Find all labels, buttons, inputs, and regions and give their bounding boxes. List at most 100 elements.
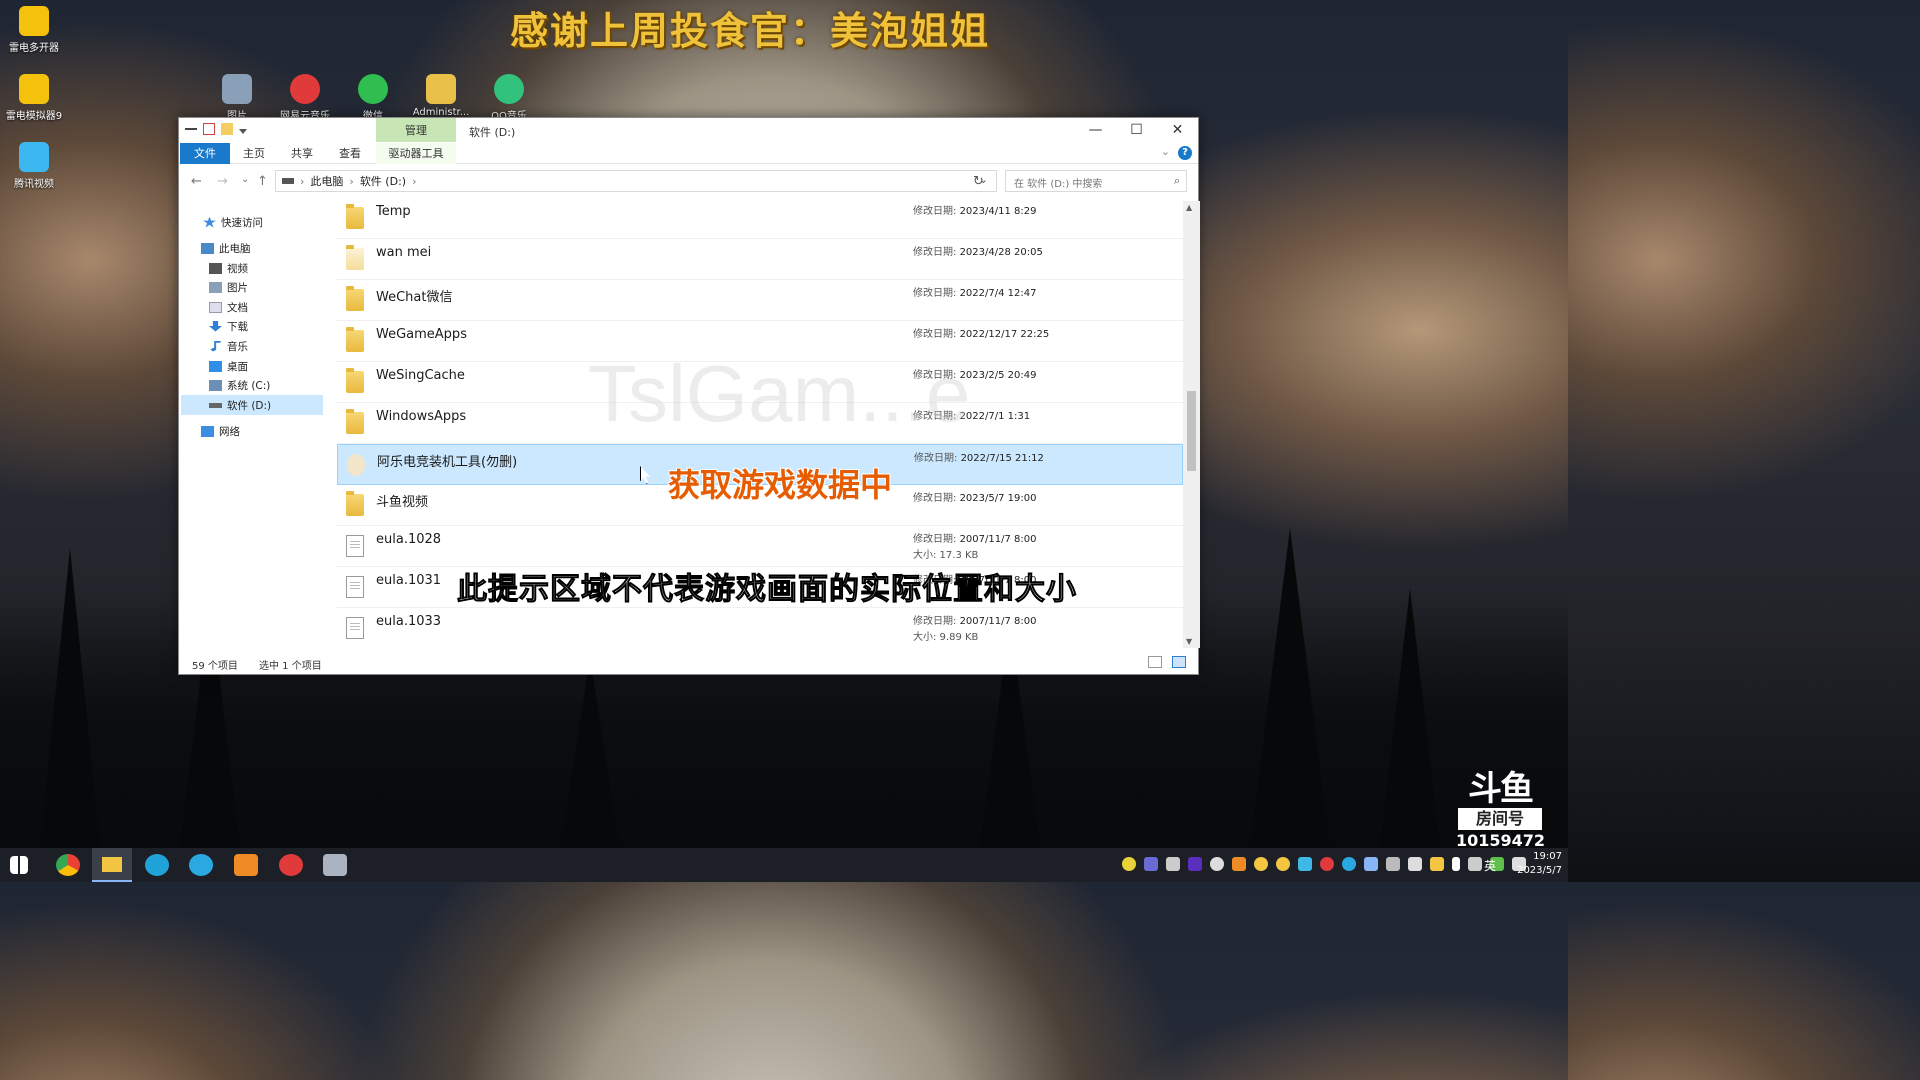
nav-downloads[interactable]: 下载 <box>209 316 248 336</box>
clock[interactable]: 19:07 2023/5/7 <box>1517 850 1562 878</box>
breadcrumb-separator-icon: › <box>300 174 305 188</box>
list-item[interactable]: eula.1028 修改日期: 2007/11/7 8:00 大小: 17.3 K… <box>337 526 1183 567</box>
computer-icon <box>201 242 214 254</box>
nav-network[interactable]: 网络 <box>201 421 240 441</box>
nav-pictures[interactable]: 图片 <box>209 277 248 297</box>
help-icon[interactable]: ? <box>1178 146 1192 160</box>
nav-drive-c[interactable]: 系统 (C:) <box>209 375 270 395</box>
tray-app-icon[interactable] <box>1210 857 1224 871</box>
properties-icon[interactable] <box>203 123 215 135</box>
list-item[interactable]: Temp 修改日期: 2023/4/11 8:29 <box>337 201 1183 239</box>
list-item[interactable]: WeChat微信 修改日期: 2022/7/4 12:47 <box>337 280 1183 321</box>
app-icon[interactable] <box>323 854 347 876</box>
nav-documents[interactable]: 文档 <box>209 297 248 317</box>
file-meta: 修改日期: 2023/5/7 19:00 <box>913 491 1036 507</box>
tray-app-icon[interactable] <box>1342 857 1356 871</box>
nav-quick-access[interactable]: 快速访问 <box>203 212 263 232</box>
navigation-pane: 快速访问 此电脑 视频 图片 文档 下载 音乐 桌面 系统 (C:) 软件 (D… <box>179 201 324 648</box>
desktop-icon-qq-music[interactable]: QQ音乐 <box>477 74 541 122</box>
desktop-icon-pictures[interactable]: 图片 <box>205 74 269 122</box>
vertical-scrollbar[interactable]: ▲ ▼ <box>1183 201 1200 648</box>
tray-app-icon[interactable] <box>1298 857 1312 871</box>
forward-button[interactable]: → <box>217 174 228 189</box>
tray-app-icon[interactable] <box>1320 857 1334 871</box>
breadcrumb-this-pc[interactable]: 此电脑 <box>310 173 343 189</box>
minimize-button[interactable]: — <box>1075 118 1116 142</box>
modified-date: 2007/11/7 8:00 <box>959 616 1037 627</box>
security-shield-icon[interactable] <box>1430 857 1444 871</box>
microphone-icon[interactable] <box>1452 857 1460 871</box>
nav-this-pc[interactable]: 此电脑 <box>201 238 251 258</box>
desktop-icon-administrator[interactable]: Administr... <box>409 74 473 118</box>
tray-app-icon[interactable] <box>1144 857 1158 871</box>
file-name: wan mei <box>376 245 432 260</box>
tab-home[interactable]: 主页 <box>234 143 274 164</box>
file-name: eula.1028 <box>376 532 442 547</box>
qat-dropdown-icon[interactable] <box>239 128 247 134</box>
ime-indicator[interactable]: 英 <box>1484 857 1496 874</box>
new-folder-icon[interactable] <box>221 123 233 135</box>
recent-locations-button[interactable]: ⌄ <box>241 174 249 185</box>
tray-app-icon[interactable] <box>1122 857 1136 871</box>
list-item[interactable]: wan mei 修改日期: 2023/4/28 20:05 <box>337 239 1183 280</box>
network-icon[interactable] <box>1468 857 1482 871</box>
tab-view[interactable]: 查看 <box>330 143 370 164</box>
up-button[interactable]: ↑ <box>257 174 268 189</box>
tray-app-icon[interactable] <box>1254 857 1268 871</box>
nav-desktop[interactable]: 桌面 <box>209 356 248 376</box>
steam-icon[interactable] <box>1364 857 1378 871</box>
maximize-button[interactable]: ☐ <box>1116 118 1157 142</box>
tree-silhouette <box>560 658 620 848</box>
scroll-down-icon[interactable]: ▼ <box>1186 637 1192 646</box>
desktop-icon-leidian-emulator[interactable]: 雷电模拟器9 <box>2 74 66 122</box>
file-name: WeChat微信 <box>376 290 453 305</box>
taskbar: 英 19:07 2023/5/7 <box>0 848 1568 882</box>
expand-ribbon-icon[interactable]: ⌄ <box>1161 145 1170 158</box>
large-icons-view-icon[interactable] <box>1172 656 1186 668</box>
list-item[interactable]: eula.1033 修改日期: 2007/11/7 8:00 大小: 9.89 K… <box>337 608 1183 648</box>
tray-app-icon[interactable] <box>1386 857 1400 871</box>
nav-drive-d[interactable]: 软件 (D:) <box>181 395 323 415</box>
desktop-icon-wechat[interactable]: 微信 <box>341 74 405 122</box>
download-arrow-icon <box>209 320 222 332</box>
breadcrumb-drive-d[interactable]: 软件 (D:) <box>360 173 406 189</box>
scroll-up-icon[interactable]: ▲ <box>1186 203 1192 212</box>
tab-share[interactable]: 共享 <box>282 143 322 164</box>
context-tab-manage[interactable]: 管理 <box>376 118 456 142</box>
tray-app-icon[interactable] <box>1166 857 1180 871</box>
tab-drive-tools[interactable]: 驱动器工具 <box>376 143 456 164</box>
app-icon[interactable] <box>189 854 213 876</box>
close-button[interactable]: ✕ <box>1157 118 1198 142</box>
app-icon[interactable] <box>234 854 258 876</box>
nav-videos[interactable]: 视频 <box>209 258 248 278</box>
file-explorer-taskbar-button[interactable] <box>92 848 132 882</box>
onenote-icon[interactable] <box>1188 857 1202 871</box>
search-input[interactable]: 在 软件 (D:) 中搜索 ⌕ <box>1005 170 1187 192</box>
tab-file[interactable]: 文件 <box>180 143 230 164</box>
desktop-icon-leidian-multi[interactable]: 雷电多开器 <box>2 6 66 54</box>
window-title: 软件 (D:) <box>469 126 516 139</box>
modified-date: 2007/11/7 8:00 <box>959 534 1037 545</box>
tray-app-icon[interactable] <box>1232 857 1246 871</box>
pictures-icon <box>222 74 252 104</box>
address-bar[interactable]: › 此电脑 › 软件 (D:) › ⌄ <box>275 170 997 192</box>
system-menu-icon[interactable] <box>185 123 197 135</box>
modified-date: 2023/2/5 20:49 <box>959 370 1037 381</box>
chrome-icon[interactable] <box>56 854 80 876</box>
windows-start-icon[interactable] <box>10 856 28 874</box>
nav-music[interactable]: 音乐 <box>209 336 248 356</box>
desktop-icon-netease-music[interactable]: 网易云音乐 <box>273 74 337 122</box>
details-view-icon[interactable] <box>1148 656 1162 668</box>
search-icon[interactable]: ⌕ <box>1174 174 1180 188</box>
notice-overlay-text: 此提示区域不代表游戏画面的实际位置和大小 <box>457 572 1077 608</box>
back-button[interactable]: ← <box>191 174 202 189</box>
netease-music-icon[interactable] <box>279 854 303 876</box>
scrollbar-thumb[interactable] <box>1187 391 1196 471</box>
app-folder-icon <box>347 454 365 476</box>
desktop-icon-tencent-video[interactable]: 腾讯视频 <box>2 142 66 190</box>
ribbon-tabs: 文件 主页 共享 查看 驱动器工具 ⌄ ? <box>179 142 1198 164</box>
refresh-icon[interactable]: ↻ <box>973 174 984 189</box>
tray-app-icon[interactable] <box>1408 857 1422 871</box>
edge-icon[interactable] <box>145 854 169 876</box>
tray-app-icon[interactable] <box>1276 857 1290 871</box>
